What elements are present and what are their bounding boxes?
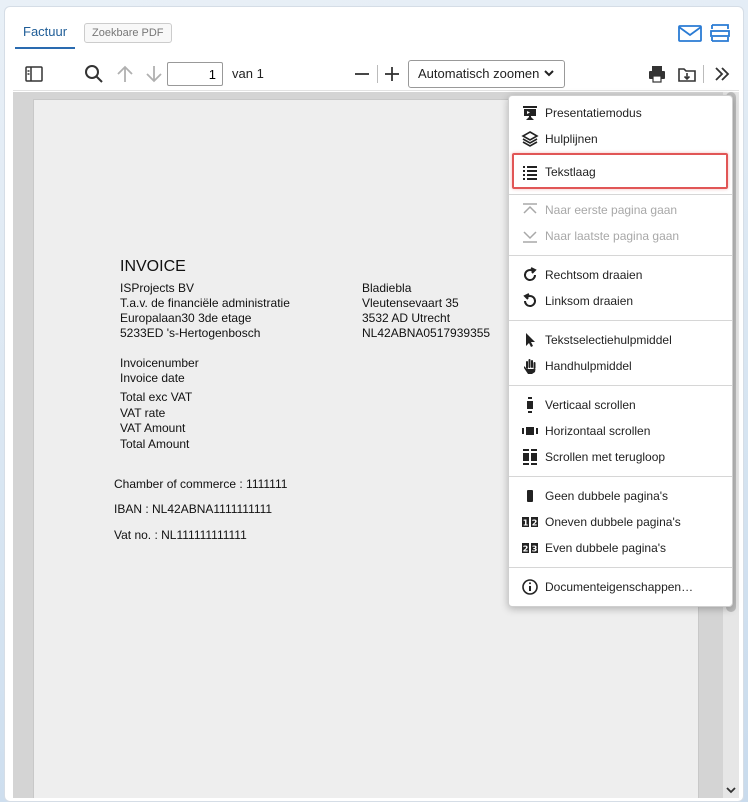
search-icon[interactable] — [83, 63, 105, 85]
menu-item-hulplijnen[interactable]: Hulplijnen — [509, 127, 732, 151]
menu-item-scrollen-terugloop[interactable]: Scrollen met terugloop — [509, 445, 732, 469]
invoice-field: VAT rate — [120, 406, 166, 420]
recipient-line: NL42ABNA0517939355 — [362, 326, 491, 340]
horizontal-scroll-icon — [521, 422, 539, 440]
toolbar-divider — [703, 65, 704, 83]
document-card: Factuur Zoekbare PDF van 1 A — [4, 6, 744, 802]
page-count-label: van 1 — [232, 66, 264, 81]
pdf-toolbar: van 1 Automatisch zoomen — [13, 57, 739, 91]
recipient-line: Bladiebla — [362, 281, 412, 295]
menu-separator — [509, 320, 732, 321]
invoice-field: Invoicenumber — [120, 356, 199, 370]
iban: IBAN : NL42ABNA1111111111 — [114, 502, 273, 516]
print-icon[interactable] — [646, 63, 668, 85]
tab-factuur[interactable]: Factuur — [15, 19, 76, 49]
sender-line: Europalaan30 3de etage — [120, 311, 252, 325]
recipient-line: Vleutensevaart 35 — [362, 296, 459, 310]
menu-item-verticaal-scrollen[interactable]: Verticaal scrollen — [509, 393, 732, 417]
hand-icon — [521, 357, 539, 375]
zoom-select[interactable]: Automatisch zoomen — [408, 60, 565, 88]
cursor-icon — [521, 331, 539, 349]
invoice-field: Invoice date — [120, 371, 185, 385]
wrapped-scroll-icon — [521, 448, 539, 466]
menu-item-eerste-pagina[interactable]: Naar eerste pagina gaan — [509, 198, 732, 222]
single-page-icon — [521, 487, 539, 505]
last-page-icon — [521, 227, 539, 245]
info-icon — [521, 578, 539, 596]
svg-text:2: 2 — [523, 545, 529, 554]
sender-line: ISProjects BV — [120, 281, 195, 295]
menu-item-linksom[interactable]: Linksom draaien — [509, 289, 732, 313]
menu-item-tekstselectie[interactable]: Tekstselectiehulpmiddel — [509, 328, 732, 352]
svg-text:2: 2 — [532, 519, 538, 528]
page-number-input[interactable] — [167, 62, 223, 86]
invoice-field: Total Amount — [120, 437, 190, 451]
menu-separator — [509, 385, 732, 386]
menu-item-horizontaal-scrollen[interactable]: Horizontaal scrollen — [509, 419, 732, 443]
rotate-cw-icon — [521, 266, 539, 284]
menu-separator — [509, 567, 732, 568]
menu-item-oneven-dubbele[interactable]: 12 Oneven dubbele pagina's — [509, 510, 732, 534]
vat-number: Vat no. : NL111111111111 — [114, 528, 247, 542]
first-page-icon — [521, 201, 539, 219]
svg-text:3: 3 — [532, 545, 538, 554]
menu-item-handhulpmiddel[interactable]: Handhulpmiddel — [509, 354, 732, 378]
menu-item-geen-dubbele[interactable]: Geen dubbele pagina's — [509, 484, 732, 508]
layers-icon — [521, 130, 539, 148]
menu-item-presentatiemodus[interactable]: Presentatiemodus — [509, 101, 732, 125]
recipient-line: 3532 AD Utrecht — [362, 311, 451, 325]
menu-item-rechtsom[interactable]: Rechtsom draaien — [509, 263, 732, 287]
next-page-icon[interactable] — [143, 63, 165, 85]
tab-zoekbare-pdf[interactable]: Zoekbare PDF — [84, 23, 172, 43]
mail-icon[interactable] — [677, 21, 703, 45]
highlight-frame — [512, 153, 728, 189]
odd-spread-icon: 12 — [521, 513, 539, 531]
zoom-select-value: Automatisch zoomen — [418, 66, 540, 81]
save-icon[interactable] — [676, 63, 698, 85]
zoom-out-icon[interactable] — [351, 63, 373, 85]
sidebar-toggle-icon[interactable] — [23, 63, 45, 85]
tools-dropdown-menu: Presentatiemodus Hulplijnen Tekstlaag Na… — [508, 95, 733, 607]
zoom-in-icon[interactable] — [381, 63, 403, 85]
menu-separator — [509, 255, 732, 256]
sender-line: T.a.v. de financiële administratie — [120, 296, 290, 310]
toolbar-divider — [377, 65, 378, 83]
invoice-field: VAT Amount — [120, 421, 186, 435]
invoice-field: Total exc VAT — [120, 390, 193, 404]
menu-separator — [509, 194, 732, 195]
scroll-down-icon[interactable] — [725, 784, 737, 796]
menu-item-even-dubbele[interactable]: 23 Even dubbele pagina's — [509, 536, 732, 560]
fullscreen-icon[interactable] — [707, 21, 733, 45]
menu-item-documenteigenschappen[interactable]: Documenteigenschappen… — [509, 575, 732, 599]
chamber-of-commerce: Chamber of commerce : 1111111 — [114, 477, 288, 491]
menu-separator — [509, 476, 732, 477]
chevron-down-icon — [543, 61, 555, 87]
tools-menu-icon[interactable] — [711, 63, 733, 85]
svg-text:1: 1 — [523, 519, 529, 528]
previous-page-icon[interactable] — [114, 63, 136, 85]
tab-bar: Factuur Zoekbare PDF — [5, 7, 745, 49]
menu-item-laatste-pagina[interactable]: Naar laatste pagina gaan — [509, 224, 732, 248]
invoice-title: INVOICE — [120, 258, 186, 275]
even-spread-icon: 23 — [521, 539, 539, 557]
presentation-icon — [521, 104, 539, 122]
rotate-ccw-icon — [521, 292, 539, 310]
sender-line: 5233ED 's-Hertogenbosch — [120, 326, 261, 340]
vertical-scroll-icon — [521, 396, 539, 414]
